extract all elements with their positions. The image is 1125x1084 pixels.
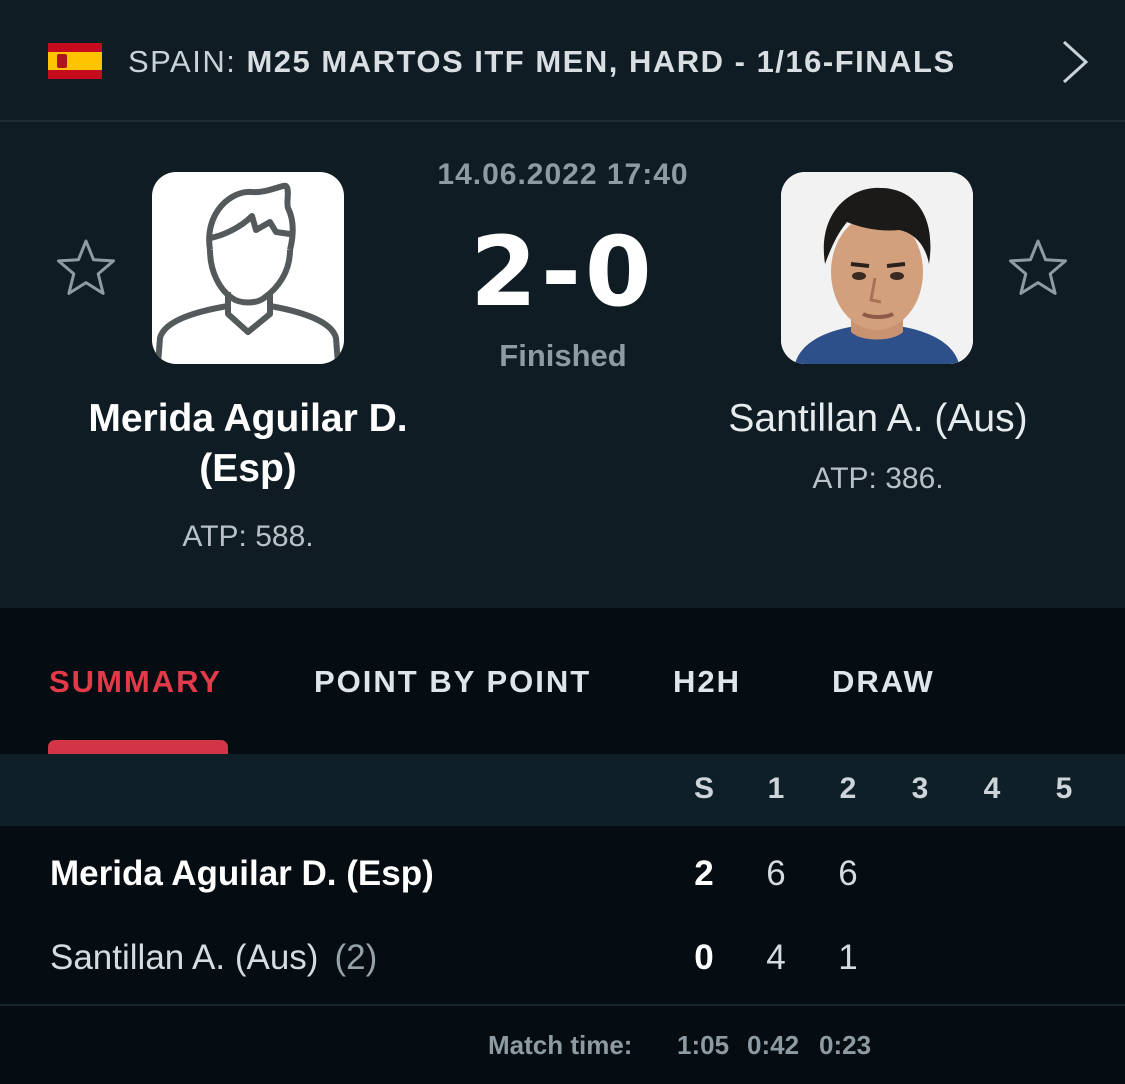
- home-sets: 2: [694, 854, 714, 893]
- home-player-avatar[interactable]: [152, 172, 344, 364]
- match-time-label: Match time:: [488, 1030, 633, 1060]
- scoreboard-home-name[interactable]: Merida Aguilar D. (Esp): [50, 854, 434, 894]
- divider: [0, 1004, 1125, 1006]
- scoreboard-away-name[interactable]: Santillan A. (Aus) (2): [50, 938, 377, 978]
- away-player-rank: ATP: 386.: [812, 462, 944, 495]
- tab-h2h[interactable]: H2H: [673, 662, 741, 702]
- tournament-title: SPAIN: M25 MARTOS ITF MEN, HARD - 1/16-F…: [128, 40, 956, 84]
- away-set-1: 4: [766, 938, 786, 977]
- tournament-header[interactable]: SPAIN: M25 MARTOS ITF MEN, HARD - 1/16-F…: [0, 0, 1125, 122]
- match-score: 2-0: [470, 216, 656, 328]
- column-set-2: 2: [839, 772, 857, 805]
- match-time-total: 1:05: [677, 1030, 730, 1060]
- home-player-rank: ATP: 588.: [182, 520, 314, 553]
- favorite-star-icon[interactable]: [54, 236, 118, 300]
- column-set-3: 3: [911, 772, 929, 805]
- match-time-set-1: 0:42: [747, 1030, 800, 1060]
- spain-flag-icon: [48, 43, 102, 79]
- player-photo: [781, 172, 973, 364]
- tab-point-by-point[interactable]: POINT BY POINT: [314, 662, 591, 702]
- column-sets: S: [693, 772, 714, 805]
- tournament-country: SPAIN:: [128, 44, 237, 79]
- favorite-star-icon[interactable]: [1006, 236, 1070, 300]
- home-player-name[interactable]: Merida Aguilar D. (Esp): [40, 394, 456, 494]
- column-set-1: 1: [767, 772, 785, 805]
- chevron-right-icon[interactable]: [1058, 38, 1092, 86]
- active-tab-indicator: [48, 740, 228, 754]
- away-player-name[interactable]: Santillan A. (Aus): [672, 394, 1084, 444]
- player-seed: (2): [334, 938, 378, 977]
- tournament-name: M25 MARTOS ITF MEN, HARD - 1/16-FINALS: [246, 44, 956, 79]
- match-time-set-2: 0:23: [819, 1030, 872, 1060]
- match-page: SPAIN: M25 MARTOS ITF MEN, HARD - 1/16-F…: [0, 0, 1125, 1084]
- match-header: 14.06.2022 17:40 2-0 Finished Merida Agu…: [0, 124, 1125, 608]
- match-datetime: 14.06.2022 17:40: [437, 158, 689, 191]
- home-set-2: 6: [838, 854, 858, 893]
- tab-bar: SUMMARY POINT BY POINT H2H DRAW: [0, 608, 1125, 754]
- match-status: Finished: [499, 338, 627, 373]
- column-set-4: 4: [983, 772, 1001, 805]
- away-player-avatar[interactable]: [781, 172, 973, 364]
- tab-summary[interactable]: SUMMARY: [49, 662, 222, 702]
- player-silhouette-icon: [155, 182, 341, 364]
- player-name: Santillan A. (Aus): [50, 938, 319, 977]
- scoreboard-header: S 1 2 3 4 5: [0, 754, 1125, 826]
- away-sets: 0: [694, 938, 714, 977]
- home-set-1: 6: [766, 854, 786, 893]
- tab-draw[interactable]: DRAW: [832, 662, 935, 702]
- column-set-5: 5: [1055, 772, 1073, 805]
- away-set-2: 1: [838, 938, 858, 977]
- player-name: Merida Aguilar D. (Esp): [50, 854, 434, 893]
- scoreboard: Merida Aguilar D. (Esp) 2 6 6 Santillan …: [0, 826, 1125, 1084]
